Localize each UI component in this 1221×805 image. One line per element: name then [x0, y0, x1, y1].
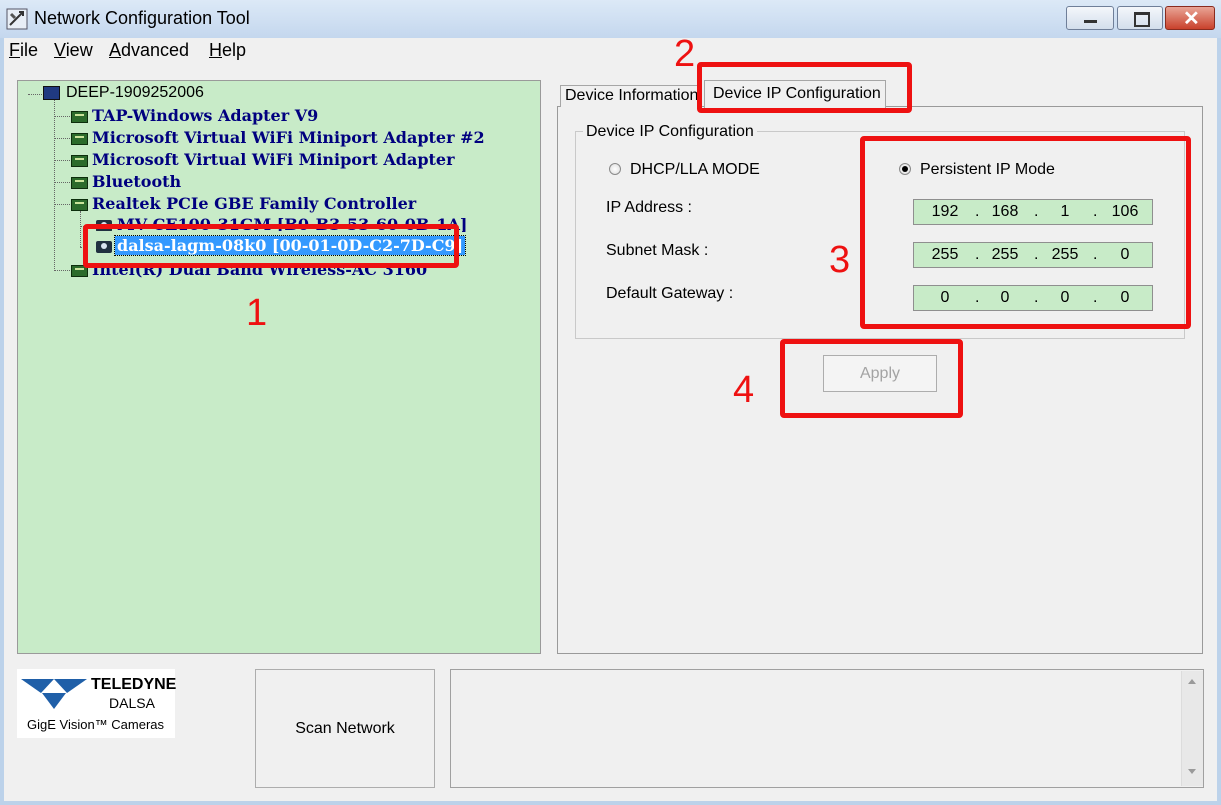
scroll-up-icon[interactable]: [1188, 679, 1196, 684]
annotation-number-3: 3: [829, 239, 851, 281]
tree-connector: [80, 211, 81, 247]
tree-connector: [28, 94, 42, 95]
maximize-icon: [1134, 12, 1150, 27]
logo-brand: TELEDYNE: [91, 676, 177, 693]
tree-connector: [54, 160, 70, 161]
network-adapter-icon: [71, 199, 88, 211]
menu-file[interactable]: File: [9, 40, 38, 61]
menu-help-label: elp: [222, 40, 247, 60]
group-title: Device IP Configuration: [583, 123, 757, 141]
tree-adapter[interactable]: Microsoft Virtual WiFi Miniport Adapter: [92, 150, 455, 169]
scan-network-button[interactable]: Scan Network: [255, 669, 435, 788]
maximize-button[interactable]: [1117, 6, 1163, 30]
network-adapter-icon: [71, 155, 88, 167]
menu-help[interactable]: Help: [209, 40, 246, 61]
annotation-box-4: [780, 339, 963, 418]
logo-sub: DALSA: [109, 695, 155, 711]
menu-view-label: iew: [65, 40, 93, 60]
annotation-number-1: 1: [246, 292, 268, 334]
network-tool-icon: [6, 8, 28, 30]
tree-adapter[interactable]: TAP-Windows Adapter V9: [92, 106, 318, 125]
menu-view[interactable]: View: [54, 40, 93, 61]
device-tree[interactable]: DEEP-1909252006 TAP-Windows Adapter V9 M…: [17, 80, 541, 654]
close-icon: ✕: [1183, 8, 1200, 30]
tab-device-information[interactable]: Device Information: [560, 85, 702, 107]
close-button[interactable]: ✕: [1165, 6, 1215, 30]
tree-root[interactable]: DEEP-1909252006: [66, 84, 204, 102]
menu-advanced-label: dvanced: [121, 40, 190, 60]
minimize-icon: [1084, 20, 1097, 23]
tree-connector: [54, 116, 70, 117]
annotation-number-4: 4: [733, 369, 755, 411]
network-adapter-icon: [71, 133, 88, 145]
menu-help-accel: H: [209, 40, 222, 60]
tree-connector: [54, 270, 70, 271]
annotation-box-1: [83, 224, 459, 268]
scroll-down-icon[interactable]: [1188, 769, 1196, 774]
network-adapter-icon: [71, 177, 88, 189]
network-adapter-icon: [71, 111, 88, 123]
tree-connector: [54, 182, 70, 183]
default-gateway-label: Default Gateway :: [606, 285, 734, 302]
tree-connector: [54, 204, 70, 205]
tree-adapter[interactable]: Realtek PCIe GBE Family Controller: [92, 194, 416, 213]
annotation-number-2: 2: [674, 33, 696, 75]
computer-icon: [43, 86, 60, 100]
window-title: Network Configuration Tool: [34, 8, 250, 28]
ip-address-label: IP Address :: [606, 199, 692, 216]
menu-advanced-accel: A: [109, 40, 122, 60]
minimize-button[interactable]: [1066, 6, 1114, 30]
menu-advanced[interactable]: Advanced: [109, 40, 189, 61]
tree-adapter[interactable]: Bluetooth: [92, 172, 181, 191]
log-scrollbar[interactable]: [1181, 671, 1203, 786]
logo-product: GigE Vision™ Cameras: [27, 717, 165, 732]
tree-connector: [54, 95, 55, 271]
teledyne-dalsa-logo: TELEDYNE DALSA GigE Vision™ Cameras: [17, 669, 177, 738]
menu-file-accel: F: [9, 40, 20, 60]
annotation-box-2: [697, 62, 912, 113]
teledyne-logo-mark-icon: [21, 679, 87, 709]
subnet-mask-label: Subnet Mask :: [606, 242, 709, 259]
dhcp-radio[interactable]: [609, 163, 621, 175]
dhcp-label: DHCP/LLA MODE: [630, 161, 760, 178]
menu-file-label: ile: [20, 40, 39, 60]
annotation-box-3: [860, 136, 1191, 329]
menu-view-accel: V: [54, 40, 66, 60]
tree-connector: [54, 138, 70, 139]
status-log: [450, 669, 1204, 788]
tree-adapter[interactable]: Microsoft Virtual WiFi Miniport Adapter …: [92, 128, 485, 147]
